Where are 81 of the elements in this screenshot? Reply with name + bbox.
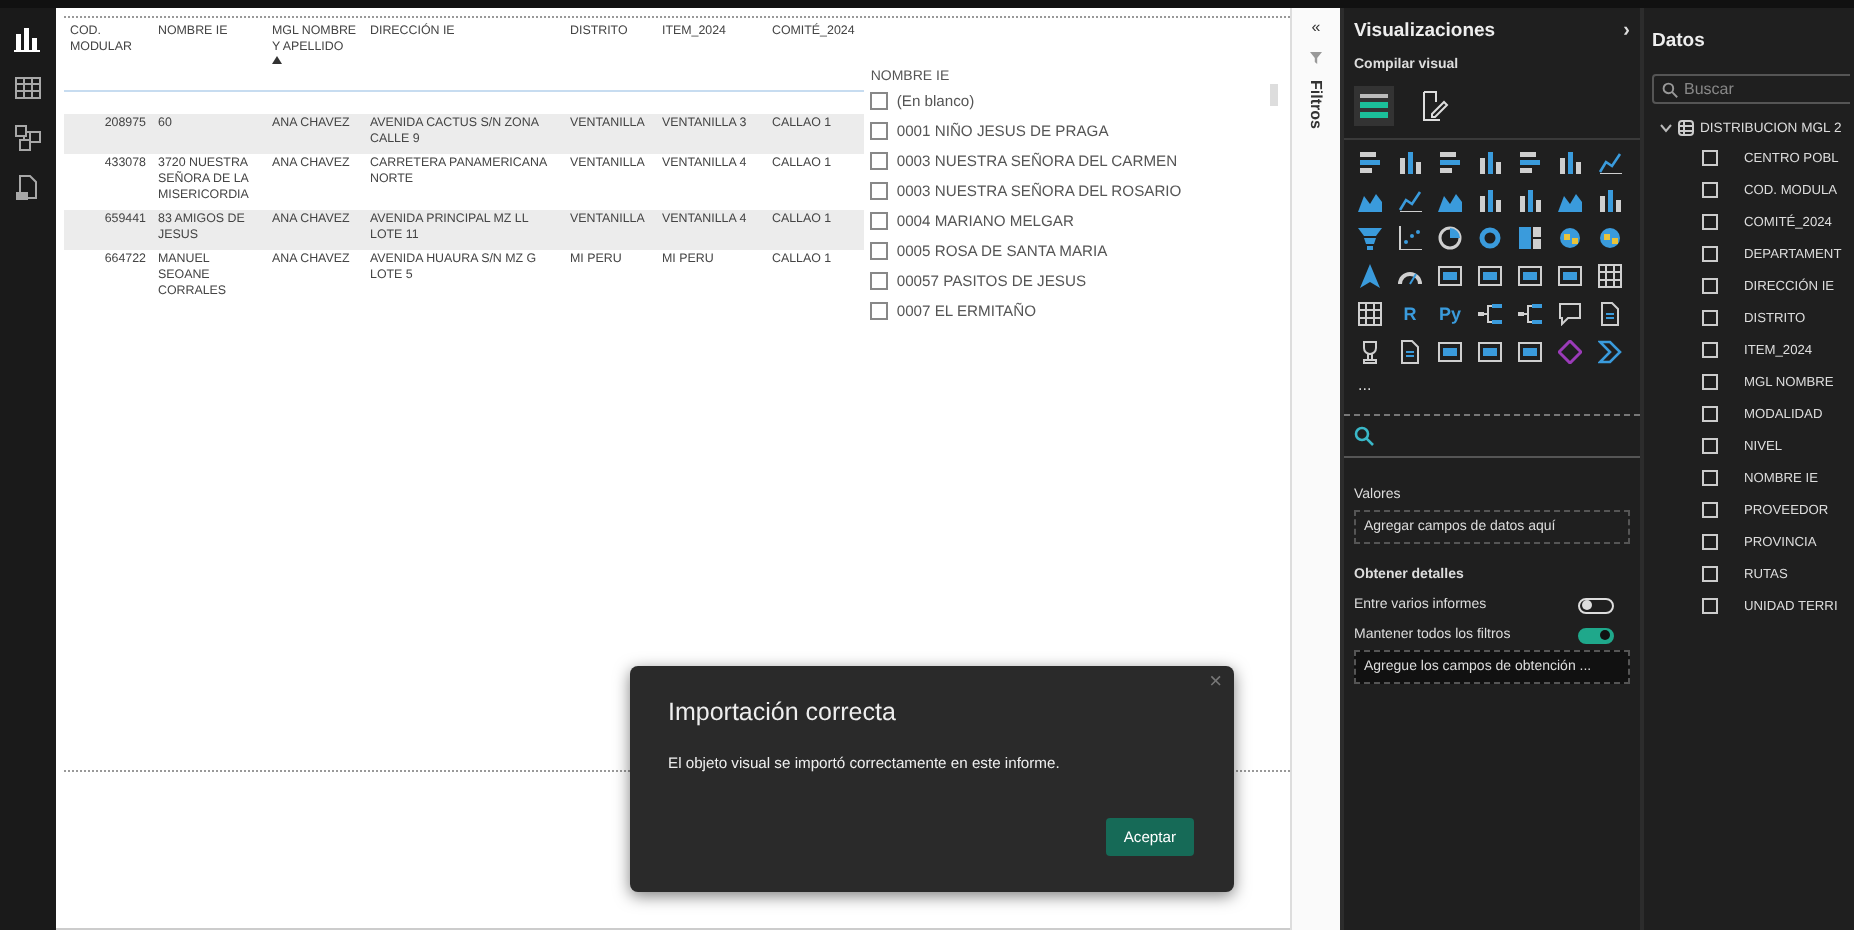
checkbox[interactable] bbox=[870, 182, 889, 200]
column-chart-icon[interactable] bbox=[1398, 150, 1422, 174]
trophy-icon[interactable] bbox=[1358, 340, 1382, 364]
checkbox[interactable] bbox=[870, 92, 889, 110]
build-visual-button[interactable] bbox=[1354, 86, 1394, 126]
checkbox[interactable] bbox=[1702, 438, 1718, 454]
dialog-title: Importación correcta bbox=[668, 698, 896, 726]
card-icon[interactable] bbox=[1558, 264, 1582, 288]
checkbox[interactable] bbox=[870, 302, 889, 320]
speech-bubble-icon[interactable] bbox=[1558, 302, 1582, 326]
table-icon[interactable] bbox=[14, 74, 42, 102]
checkbox[interactable] bbox=[870, 272, 889, 290]
table-icon[interactable] bbox=[1598, 264, 1622, 288]
column-chart-icon[interactable] bbox=[1478, 188, 1502, 212]
visual-type-button[interactable]: R bbox=[1398, 302, 1422, 326]
more-button[interactable]: ... bbox=[1358, 378, 1372, 394]
checkbox[interactable] bbox=[1702, 150, 1718, 166]
card-icon[interactable] bbox=[1438, 340, 1462, 364]
bar-chart-icon[interactable] bbox=[1518, 150, 1542, 174]
checkbox[interactable] bbox=[1702, 342, 1718, 358]
card-icon[interactable] bbox=[1518, 340, 1542, 364]
navigation-arrow-icon[interactable] bbox=[1358, 264, 1382, 288]
visual-type-button[interactable]: Py bbox=[1438, 302, 1462, 326]
document-icon[interactable] bbox=[1398, 340, 1422, 364]
pane-title[interactable]: Filtros bbox=[1307, 80, 1325, 129]
pane-title: Datos bbox=[1652, 30, 1705, 52]
column-chart-icon[interactable] bbox=[1478, 150, 1502, 174]
bar-chart-icon[interactable] bbox=[1358, 150, 1382, 174]
checkbox[interactable] bbox=[1702, 246, 1718, 262]
document-icon[interactable] bbox=[1598, 302, 1622, 326]
donut-chart-icon[interactable] bbox=[1478, 226, 1502, 250]
diamond-icon[interactable] bbox=[1558, 340, 1582, 364]
collapse-button[interactable]: « bbox=[1311, 20, 1321, 36]
search-input[interactable]: Buscar bbox=[1684, 80, 1844, 98]
model-icon[interactable] bbox=[14, 124, 42, 152]
pie-chart-icon[interactable] bbox=[1438, 226, 1462, 250]
checkbox[interactable] bbox=[1702, 470, 1718, 486]
bar-chart-icon[interactable] bbox=[1438, 150, 1462, 174]
checkbox[interactable] bbox=[1702, 374, 1718, 390]
checkbox[interactable] bbox=[1702, 406, 1718, 422]
checkbox[interactable] bbox=[870, 212, 889, 230]
table-icon bbox=[1678, 120, 1694, 136]
card-icon[interactable] bbox=[1478, 264, 1502, 288]
expand-button[interactable]: › bbox=[1623, 21, 1630, 41]
checkbox[interactable] bbox=[1702, 534, 1718, 550]
card-icon[interactable] bbox=[1518, 264, 1542, 288]
checkbox[interactable] bbox=[1702, 502, 1718, 518]
treemap-icon[interactable] bbox=[1518, 226, 1542, 250]
funnel-icon[interactable] bbox=[1358, 226, 1382, 250]
scatter-chart-icon[interactable] bbox=[1398, 226, 1422, 250]
checkbox[interactable] bbox=[1702, 182, 1718, 198]
checkbox[interactable] bbox=[870, 242, 889, 260]
column-chart-icon[interactable] bbox=[1518, 188, 1542, 212]
checkbox[interactable] bbox=[1702, 598, 1718, 614]
card-icon[interactable] bbox=[1478, 340, 1502, 364]
line-chart-icon[interactable] bbox=[1398, 188, 1422, 212]
search-field[interactable]: Buscar bbox=[1652, 74, 1850, 104]
pane-title: Visualizaciones bbox=[1354, 20, 1496, 42]
map-icon[interactable] bbox=[1558, 226, 1582, 250]
column-chart-icon[interactable] bbox=[1598, 188, 1622, 212]
checkbox[interactable] bbox=[1702, 310, 1718, 326]
checkbox[interactable] bbox=[870, 152, 889, 170]
card-icon[interactable] bbox=[1438, 264, 1462, 288]
map-icon[interactable] bbox=[1598, 226, 1622, 250]
toggle-switch[interactable] bbox=[1578, 627, 1614, 643]
decomposition-tree-icon[interactable] bbox=[1478, 302, 1502, 326]
column-chart-icon[interactable] bbox=[1558, 150, 1582, 174]
checkbox[interactable] bbox=[870, 122, 889, 140]
bar-chart-icon[interactable] bbox=[14, 24, 42, 52]
checkbox[interactable] bbox=[1702, 278, 1718, 294]
filter-icon bbox=[1310, 52, 1322, 64]
checkbox[interactable] bbox=[1702, 566, 1718, 582]
chevron-icon[interactable] bbox=[1598, 340, 1622, 364]
line-chart-icon[interactable] bbox=[1598, 150, 1622, 174]
search-icon bbox=[1662, 81, 1678, 97]
document-icon[interactable] bbox=[14, 174, 42, 202]
table-icon[interactable] bbox=[1358, 302, 1382, 326]
decomposition-tree-icon[interactable] bbox=[1518, 302, 1542, 326]
checkbox[interactable] bbox=[1702, 214, 1718, 230]
scrollbar-thumb[interactable] bbox=[1270, 84, 1279, 106]
search-icon[interactable] bbox=[1354, 426, 1374, 446]
